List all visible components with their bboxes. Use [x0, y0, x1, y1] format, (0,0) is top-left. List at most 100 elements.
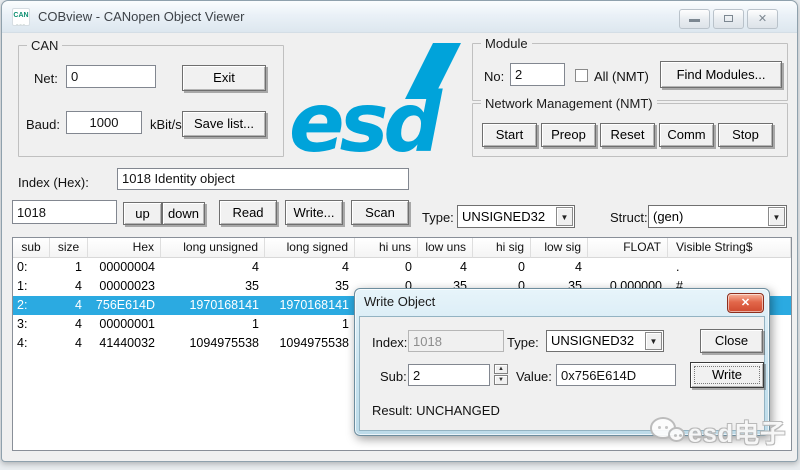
- window-title: COBview - CANopen Object Viewer: [38, 9, 244, 24]
- struct-combobox-value: (gen): [653, 209, 683, 224]
- table-cell: 4: [161, 258, 265, 277]
- table-cell: 3:: [13, 315, 50, 334]
- focus-rect: [694, 366, 760, 384]
- column-header-sub[interactable]: sub: [13, 238, 50, 258]
- find-modules-button[interactable]: Find Modules...: [660, 61, 782, 88]
- maximize-icon: [724, 15, 733, 22]
- index-down-button[interactable]: down: [162, 202, 205, 225]
- table-cell: 1: [265, 315, 355, 334]
- spinner-up-icon[interactable]: ▲: [494, 364, 508, 374]
- table-cell: 1970168141: [265, 296, 355, 315]
- chevron-down-icon[interactable]: ▼: [768, 207, 785, 226]
- column-header-low-sig[interactable]: low sig: [531, 238, 588, 258]
- dialog-type-combobox[interactable]: UNSIGNED32 ▼: [546, 330, 664, 352]
- dialog-type-combobox-value: UNSIGNED32: [551, 333, 634, 348]
- table-cell: 4: [50, 277, 88, 296]
- baud-input[interactable]: [66, 111, 142, 134]
- table-cell: 1: [161, 315, 265, 334]
- column-header-hi-uns[interactable]: hi uns: [355, 238, 418, 258]
- index-hex-label: Index (Hex):: [18, 175, 89, 190]
- type-combobox-value: UNSIGNED32: [462, 209, 545, 224]
- column-header-visible-string-[interactable]: Visible String$: [668, 238, 791, 258]
- maximize-button[interactable]: [713, 9, 744, 29]
- dialog-index-label: Index:: [372, 335, 407, 350]
- all-nmt-label: All (NMT): [594, 69, 649, 84]
- nmt-group-label: Network Management (NMT): [481, 96, 657, 111]
- close-icon: ✕: [741, 297, 750, 309]
- exit-button[interactable]: Exit: [182, 65, 266, 91]
- table-cell: 4: [418, 258, 473, 277]
- module-no-input[interactable]: [510, 63, 565, 86]
- dialog-type-label: Type:: [507, 335, 539, 350]
- minimize-icon: [689, 19, 700, 22]
- all-nmt-checkbox[interactable]: [575, 69, 588, 82]
- read-button[interactable]: Read: [219, 200, 277, 225]
- nmt-button-preop[interactable]: Preop: [541, 123, 596, 147]
- dialog-sub-input[interactable]: [408, 364, 490, 386]
- dialog-index-input: [408, 330, 504, 352]
- struct-combobox[interactable]: (gen) ▼: [648, 205, 787, 228]
- table-cell: .: [668, 258, 791, 277]
- table-cell: 4: [50, 334, 88, 353]
- table-cell: 0:: [13, 258, 50, 277]
- title-bar[interactable]: CAN~~~ COBview - CANopen Object Viewer ✕: [2, 1, 797, 33]
- spinner-down-icon[interactable]: ▼: [494, 375, 508, 385]
- can-group-label: CAN: [27, 38, 62, 53]
- table-cell: 00000023: [88, 277, 161, 296]
- watermark: esd电子: [650, 414, 786, 450]
- type-combobox[interactable]: UNSIGNED32 ▼: [457, 205, 575, 228]
- index-up-button[interactable]: up: [123, 202, 162, 225]
- save-list-button[interactable]: Save list...: [182, 111, 266, 137]
- column-header-hex[interactable]: Hex: [88, 238, 161, 258]
- column-header-long-unsigned[interactable]: long unsigned: [161, 238, 265, 258]
- table-cell: [588, 258, 668, 277]
- baud-label: Baud:: [26, 117, 60, 132]
- esd-logo-text: esd: [289, 76, 443, 159]
- column-header-hi-sig[interactable]: hi sig: [473, 238, 531, 258]
- dialog-close-button[interactable]: ✕: [727, 293, 764, 313]
- table-cell: 2:: [13, 296, 50, 315]
- table-cell: 1094975538: [161, 334, 265, 353]
- net-input[interactable]: [66, 65, 156, 88]
- table-cell: 1: [50, 258, 88, 277]
- chevron-down-icon[interactable]: ▼: [645, 332, 662, 350]
- nmt-button-comm[interactable]: Comm: [659, 123, 714, 147]
- column-header-low-uns[interactable]: low uns: [418, 238, 473, 258]
- type-label: Type:: [422, 210, 454, 225]
- dialog-result-text: Result: UNCHANGED: [372, 403, 500, 418]
- dialog-sub-label: Sub:: [380, 369, 407, 384]
- table-cell: 00000004: [88, 258, 161, 277]
- index-description-field: 1018 Identity object: [117, 168, 409, 190]
- can-groupbox: CAN: [18, 45, 284, 157]
- write-open-button[interactable]: Write...: [285, 200, 343, 225]
- table-cell: 00000001: [88, 315, 161, 334]
- dialog-close-action-button[interactable]: Close: [700, 329, 763, 353]
- table-row[interactable]: 0:100000004440404.: [13, 258, 791, 277]
- wechat-icon: [650, 415, 688, 449]
- sub-spinner[interactable]: ▲ ▼: [494, 364, 508, 386]
- table-cell: 4: [50, 296, 88, 315]
- table-cell: 0: [473, 258, 531, 277]
- nmt-button-start[interactable]: Start: [482, 123, 537, 147]
- minimize-button[interactable]: [679, 9, 710, 29]
- table-cell: 756E614D: [88, 296, 161, 315]
- index-input[interactable]: [12, 200, 117, 224]
- column-header-float[interactable]: FLOAT: [588, 238, 668, 258]
- close-button[interactable]: ✕: [747, 9, 778, 29]
- table-cell: 4: [50, 315, 88, 334]
- table-cell: 0: [355, 258, 418, 277]
- table-cell: 1094975538: [265, 334, 355, 353]
- table-cell: 1:: [13, 277, 50, 296]
- table-header: subsizeHexlong unsignedlong signedhi uns…: [13, 238, 791, 258]
- module-no-label: No:: [484, 69, 504, 84]
- column-header-size[interactable]: size: [50, 238, 88, 258]
- nmt-button-reset[interactable]: Reset: [600, 123, 655, 147]
- column-header-long-signed[interactable]: long signed: [265, 238, 355, 258]
- nmt-button-stop[interactable]: Stop: [718, 123, 773, 147]
- close-icon: ✕: [758, 13, 767, 25]
- chevron-down-icon[interactable]: ▼: [556, 207, 573, 226]
- dialog-value-input[interactable]: [556, 364, 676, 386]
- scan-button[interactable]: Scan: [351, 200, 409, 225]
- dialog-write-button[interactable]: Write: [690, 362, 764, 388]
- dialog-value-label: Value:: [516, 369, 552, 384]
